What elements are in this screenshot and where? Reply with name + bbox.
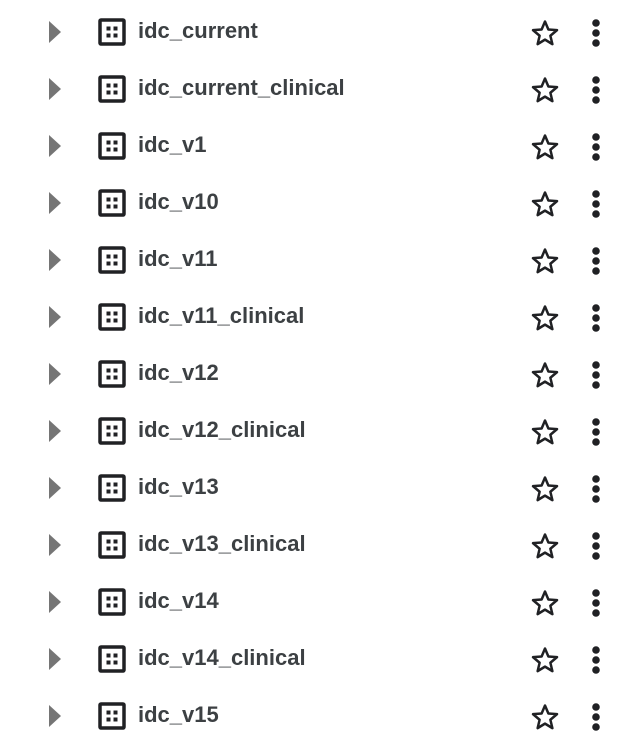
- star-icon[interactable]: [528, 586, 562, 620]
- more-vert-icon[interactable]: [584, 358, 608, 392]
- more-vert-icon[interactable]: [584, 643, 608, 677]
- dataset-name[interactable]: idc_v12_clinical: [138, 415, 306, 445]
- dataset-icon: [97, 188, 127, 218]
- dataset-name[interactable]: idc_current_clinical: [138, 73, 345, 103]
- more-vert-icon[interactable]: [584, 73, 608, 107]
- dataset-icon: [97, 473, 127, 503]
- dataset-icon: [97, 530, 127, 560]
- expand-arrow-icon[interactable]: [40, 644, 70, 674]
- list-item[interactable]: idc_current_clinical: [0, 60, 618, 117]
- star-icon[interactable]: [528, 73, 562, 107]
- more-vert-icon[interactable]: [584, 130, 608, 164]
- dataset-name[interactable]: idc_v11_clinical: [138, 301, 304, 331]
- list-item[interactable]: idc_v15: [0, 687, 618, 744]
- expand-arrow-icon[interactable]: [40, 530, 70, 560]
- dataset-name[interactable]: idc_v1: [138, 130, 207, 160]
- dataset-name[interactable]: idc_v11: [138, 244, 218, 274]
- dataset-name[interactable]: idc_current: [138, 16, 258, 46]
- list-item[interactable]: idc_v11_clinical: [0, 288, 618, 345]
- list-item[interactable]: idc_current: [0, 3, 618, 60]
- star-icon[interactable]: [528, 700, 562, 734]
- more-vert-icon[interactable]: [584, 415, 608, 449]
- more-vert-icon[interactable]: [584, 700, 608, 734]
- expand-arrow-icon[interactable]: [40, 188, 70, 218]
- expand-arrow-icon[interactable]: [40, 131, 70, 161]
- star-icon[interactable]: [528, 16, 562, 50]
- dataset-name[interactable]: idc_v14_clinical: [138, 643, 306, 673]
- list-item[interactable]: idc_v12: [0, 345, 618, 402]
- dataset-icon: [97, 245, 127, 275]
- list-item[interactable]: idc_v12_clinical: [0, 402, 618, 459]
- dataset-icon: [97, 416, 127, 446]
- star-icon[interactable]: [528, 643, 562, 677]
- expand-arrow-icon[interactable]: [40, 473, 70, 503]
- star-icon[interactable]: [528, 415, 562, 449]
- more-vert-icon[interactable]: [584, 586, 608, 620]
- list-item[interactable]: idc_v11: [0, 231, 618, 288]
- dataset-icon: [97, 74, 127, 104]
- dataset-name[interactable]: idc_v10: [138, 187, 219, 217]
- list-item[interactable]: idc_v13: [0, 459, 618, 516]
- star-icon[interactable]: [528, 358, 562, 392]
- list-item[interactable]: idc_v13_clinical: [0, 516, 618, 573]
- dataset-icon: [97, 587, 127, 617]
- dataset-name[interactable]: idc_v14: [138, 586, 219, 616]
- dataset-name[interactable]: idc_v12: [138, 358, 219, 388]
- list-item[interactable]: idc_v10: [0, 174, 618, 231]
- star-icon[interactable]: [528, 187, 562, 221]
- more-vert-icon[interactable]: [584, 16, 608, 50]
- list-item[interactable]: idc_v14_clinical: [0, 630, 618, 687]
- star-icon[interactable]: [528, 301, 562, 335]
- expand-arrow-icon[interactable]: [40, 17, 70, 47]
- expand-arrow-icon[interactable]: [40, 416, 70, 446]
- more-vert-icon[interactable]: [584, 529, 608, 563]
- more-vert-icon[interactable]: [584, 472, 608, 506]
- expand-arrow-icon[interactable]: [40, 359, 70, 389]
- list-item[interactable]: idc_v1: [0, 117, 618, 174]
- dataset-name[interactable]: idc_v13_clinical: [138, 529, 306, 559]
- dataset-name[interactable]: idc_v15: [138, 700, 219, 730]
- star-icon[interactable]: [528, 529, 562, 563]
- expand-arrow-icon[interactable]: [40, 302, 70, 332]
- dataset-name[interactable]: idc_v13: [138, 472, 219, 502]
- expand-arrow-icon[interactable]: [40, 587, 70, 617]
- dataset-list: idc_current idc_current_clinical idc_v1: [0, 3, 618, 744]
- dataset-icon: [97, 131, 127, 161]
- list-item[interactable]: idc_v14: [0, 573, 618, 630]
- dataset-icon: [97, 701, 127, 731]
- star-icon[interactable]: [528, 244, 562, 278]
- more-vert-icon[interactable]: [584, 187, 608, 221]
- dataset-icon: [97, 644, 127, 674]
- dataset-icon: [97, 359, 127, 389]
- more-vert-icon[interactable]: [584, 301, 608, 335]
- expand-arrow-icon[interactable]: [40, 245, 70, 275]
- expand-arrow-icon[interactable]: [40, 701, 70, 731]
- star-icon[interactable]: [528, 130, 562, 164]
- dataset-icon: [97, 302, 127, 332]
- expand-arrow-icon[interactable]: [40, 74, 70, 104]
- dataset-icon: [97, 17, 127, 47]
- star-icon[interactable]: [528, 472, 562, 506]
- more-vert-icon[interactable]: [584, 244, 608, 278]
